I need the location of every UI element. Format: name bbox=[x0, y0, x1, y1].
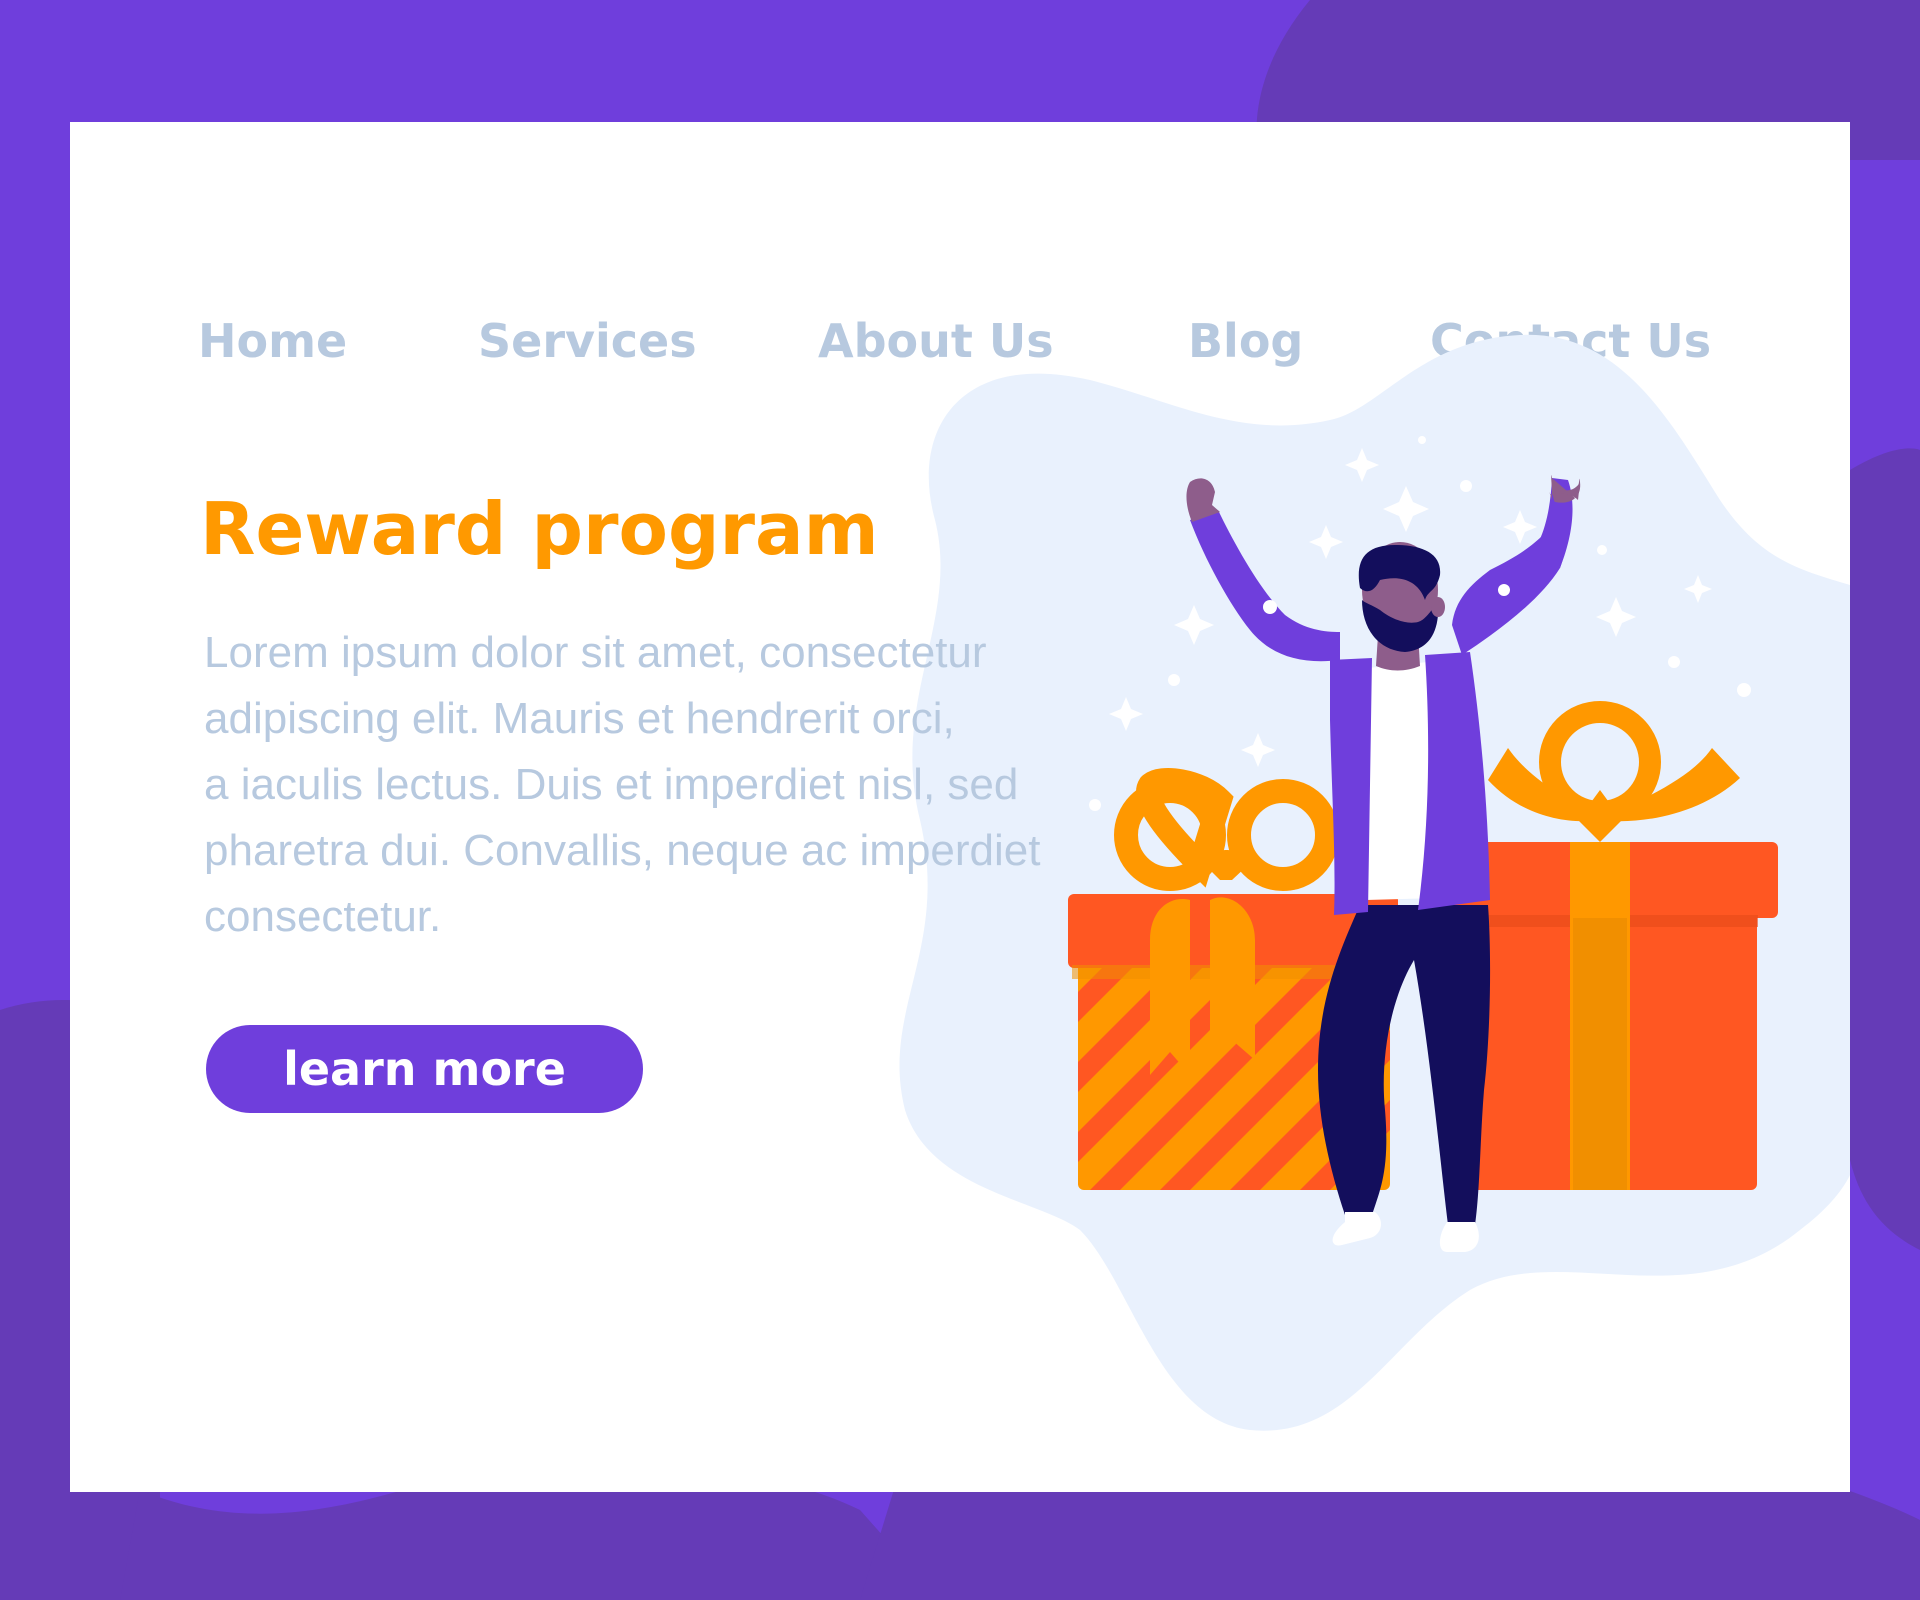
learn-more-button[interactable]: learn more bbox=[206, 1025, 643, 1113]
hero-description-line: Lorem ipsum dolor sit amet, consectetur bbox=[204, 628, 987, 677]
hero-description-line: adipiscing elit. Mauris et hendrerit orc… bbox=[204, 694, 955, 743]
nav-services[interactable]: Services bbox=[478, 310, 697, 372]
nav-home[interactable]: Home bbox=[198, 310, 347, 372]
top-navigation: Home Services About Us Blog Contact Us bbox=[70, 310, 1850, 380]
hero-description-line: pharetra dui. Convallis, neque ac imperd… bbox=[204, 826, 1041, 875]
hero-description-line: a iaculis lectus. Duis et imperdiet nisl… bbox=[204, 760, 1019, 809]
hero-description: Lorem ipsum dolor sit amet, consectetur … bbox=[204, 620, 1104, 950]
nav-about-us[interactable]: About Us bbox=[818, 310, 1054, 372]
hero-description-line: consectetur. bbox=[204, 892, 442, 941]
nav-contact-us[interactable]: Contact Us bbox=[1430, 310, 1711, 372]
hero-title: Reward program bbox=[200, 487, 879, 571]
nav-blog[interactable]: Blog bbox=[1188, 310, 1303, 372]
